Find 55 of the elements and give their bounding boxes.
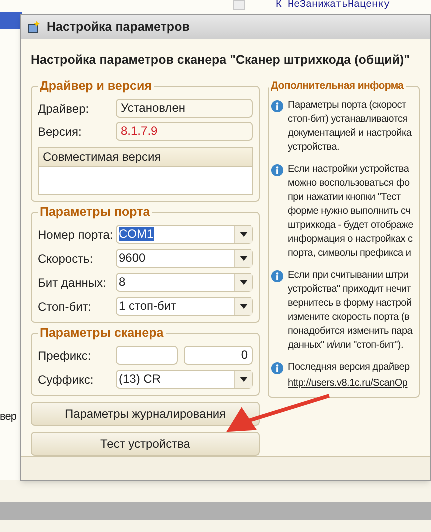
dropdown-button[interactable] <box>234 250 252 267</box>
field-label: Драйвер: <box>38 100 90 118</box>
driver-link[interactable]: http://users.v8.1c.ru/ScanOp <box>288 377 410 391</box>
field-value: 9600 <box>119 251 146 265</box>
dropdown-button[interactable] <box>234 371 252 388</box>
field-label: Скорость: <box>38 250 94 268</box>
action-button[interactable]: Параметры журналирования <box>31 402 260 426</box>
text-field[interactable]: Установлен <box>116 99 253 118</box>
field-value: (13) CR <box>118 371 162 388</box>
settings-icon <box>27 20 41 34</box>
info-text: Если настройки устройства можно воспользоваться фо при нажатии кнопки "Тест форме нужно выполнить сч штрихкода - будет отображе информация о настройках с порта, символы префикса и <box>288 163 414 261</box>
field-label: Стоп-бит: <box>38 298 93 316</box>
caret-icon <box>240 377 248 382</box>
scrollbar-button[interactable] <box>233 0 245 10</box>
group-title: Драйвер и версия <box>38 78 154 94</box>
field-label: Префикс: <box>38 348 92 364</box>
column-header: Совместимая версия <box>39 148 252 167</box>
caret-icon <box>240 256 248 261</box>
dropdown-field[interactable]: 1 стоп-бит <box>116 297 253 316</box>
side-text: вер <box>0 410 16 425</box>
info-icon <box>271 100 284 113</box>
input-field[interactable]: 0 <box>184 346 253 365</box>
caret-icon <box>240 280 248 285</box>
input-field[interactable] <box>116 346 178 365</box>
info-icon <box>271 270 284 283</box>
selected-row <box>0 12 22 29</box>
field-label: Номер порта: <box>38 226 114 244</box>
group-title: Дополнительная информа <box>269 78 406 94</box>
caret-icon <box>240 232 248 237</box>
dropdown-button[interactable] <box>234 226 252 243</box>
info-text: Последняя версия драйвер <box>288 361 410 375</box>
field-value: 8 <box>119 275 126 289</box>
dropdown-field[interactable]: 8 <box>116 273 253 292</box>
dropdown-button[interactable] <box>234 298 252 315</box>
text-field[interactable]: 8.1.7.9 <box>116 122 253 141</box>
field-label: Суффикс: <box>38 372 95 388</box>
dropdown-field[interactable]: 9600 <box>116 249 253 268</box>
field-label: Версия: <box>38 124 83 140</box>
field-value: COM1 <box>119 227 154 241</box>
group-title: Параметры порта <box>38 204 152 220</box>
dropdown-field[interactable]: (13) CR <box>116 370 253 389</box>
form-heading: Настройка параметров сканера "Сканер штрихкода (общий)" <box>31 52 412 70</box>
dropdown-field[interactable]: COM1 <box>116 225 253 244</box>
caret-icon <box>240 304 248 309</box>
field-label: Бит данных: <box>38 274 108 292</box>
info-icon <box>271 164 284 177</box>
dropdown-button[interactable] <box>234 274 252 291</box>
group-title: Параметры сканера <box>38 325 166 341</box>
info-icon <box>271 362 284 375</box>
code-text: К НеЗанижатьНаценку <box>276 1 390 11</box>
window-title: Настройка параметров <box>47 18 190 36</box>
info-text: Если при считывании штри устройства" приходит нечит вернитесь в форму настрой измените скорость порта (в понадобится изменить пара данных" и/или "стоп-бит"). <box>288 269 413 353</box>
info-text: Параметры порта (скорост стоп-бит) устанавливаются документацией и настройка устройства. <box>288 99 412 155</box>
action-button[interactable]: Тест устройства <box>31 432 260 456</box>
field-value: 1 стоп-бит <box>119 299 177 313</box>
